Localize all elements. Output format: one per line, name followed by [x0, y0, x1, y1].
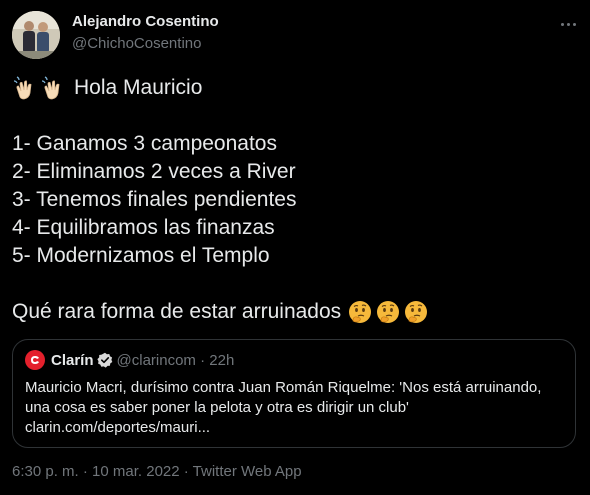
greeting-line: Hola Mauricio [12, 74, 578, 102]
clarin-logo-icon[interactable] [25, 350, 45, 370]
clapping-hands-icon [12, 75, 38, 101]
quoted-text-line: Mauricio Macri, durísimo contra Juan Rom… [25, 379, 542, 396]
quoted-tweet-text: Mauricio Macri, durísimo contra Juan Rom… [25, 378, 565, 438]
list-item-2: 2- Eliminamos 2 veces a River [12, 160, 296, 183]
closing-text: Qué rara forma de estar arruinados [12, 300, 342, 323]
thinking-face-icon [403, 299, 429, 325]
tweet-timestamp[interactable]: 6:30 p. m. · 10 mar. 2022 · Twitter Web … [12, 463, 302, 480]
quoted-text-line: una cosa es saber poner la pelota y otra… [25, 399, 409, 416]
quoted-tweet-card[interactable]: Clarín @clarincom · 22h Mauricio Macri, … [12, 339, 576, 448]
author-name[interactable]: Alejandro Cosentino [72, 13, 219, 30]
tweet-text: Hola Mauricio 1- Ganamos 3 campeonatos 2… [12, 74, 578, 326]
list-item-4: 4- Equilibramos las finanzas [12, 216, 275, 239]
more-options-icon[interactable] [554, 10, 582, 38]
list-item-5: 5- Modernizamos el Templo [12, 244, 270, 267]
clapping-hands-icon [40, 75, 66, 101]
closing-line: Qué rara forma de estar arruinados [12, 298, 578, 326]
avatar[interactable] [12, 11, 60, 59]
list-item-3: 3- Tenemos finales pendientes [12, 188, 297, 211]
quoted-handle-time: @clarincom · 22h [116, 351, 235, 369]
verified-badge-icon [96, 352, 113, 368]
greeting-text: Hola Mauricio [74, 76, 203, 99]
author-handle[interactable]: @ChichoCosentino [72, 35, 201, 52]
quoted-link[interactable]: clarin.com/deportes/mauri... [25, 418, 565, 438]
list-item-1: 1- Ganamos 3 campeonatos [12, 132, 277, 155]
quoted-author-name[interactable]: Clarín [51, 352, 94, 369]
thinking-face-icon [347, 299, 373, 325]
quoted-tweet-header: Clarín @clarincom · 22h [25, 350, 234, 370]
thinking-face-icon [375, 299, 401, 325]
tweet: Alejandro Cosentino @ChichoCosentino Hol… [0, 0, 590, 495]
